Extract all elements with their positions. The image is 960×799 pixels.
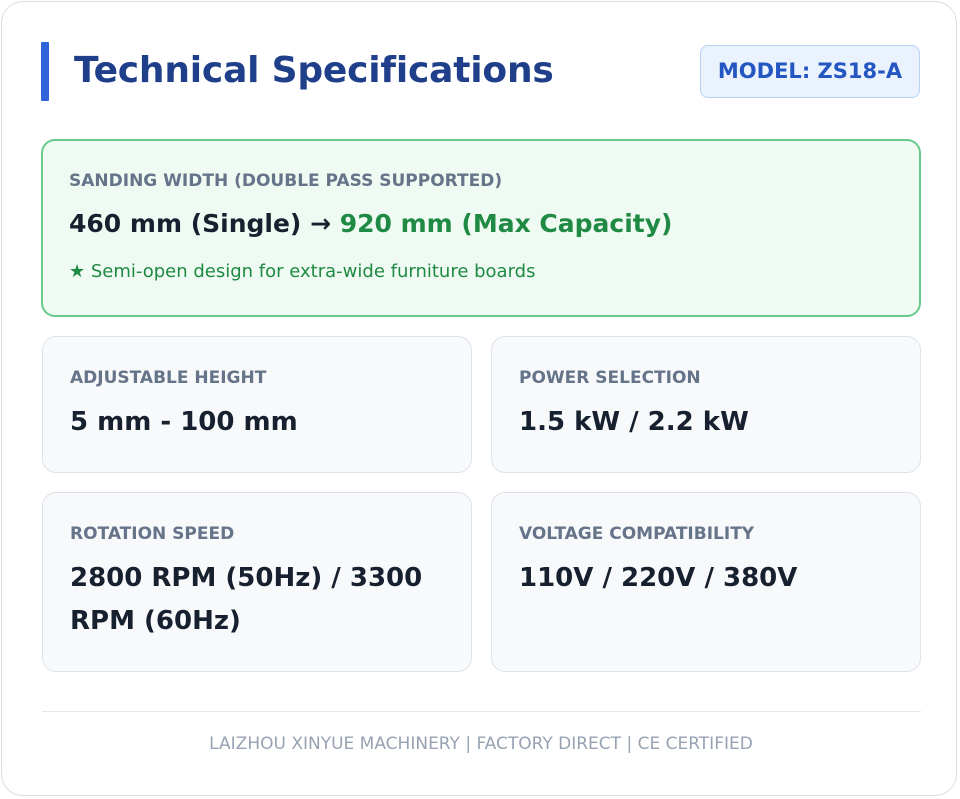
spec-adjustable-height: ADJUSTABLE HEIGHT 5 mm - 100 mm [42,336,472,473]
spec-label: POWER SELECTION [519,368,701,388]
sanding-width-note: ★ Semi-open design for extra-wide furnit… [69,261,536,282]
sanding-width-max: 920 mm (Max Capacity) [339,209,673,238]
arrow-right-icon: → [310,209,332,238]
spec-power-selection: POWER SELECTION 1.5 kW / 2.2 kW [491,336,921,473]
spec-value: 1.5 kW / 2.2 kW [519,407,749,437]
footer-divider [42,711,921,712]
footer-text: LAIZHOU XINYUE MACHINERY | FACTORY DIREC… [209,734,753,754]
spec-label: ROTATION SPEED [70,524,235,544]
sanding-width-panel: SANDING WIDTH (DOUBLE PASS SUPPORTED) 46… [41,139,921,317]
spec-value: 110V / 220V / 380V [519,563,798,593]
title-accent-bar [41,42,49,101]
spec-voltage-compatibility: VOLTAGE COMPATIBILITY 110V / 220V / 380V [491,492,921,672]
model-badge: MODEL: ZS18-A [700,45,920,98]
spec-value: 5 mm - 100 mm [70,407,298,437]
spec-rotation-speed: ROTATION SPEED 2800 RPM (50Hz) / 3300 RP… [42,492,472,672]
page-title: Technical Specifications [74,50,554,91]
sanding-width-value: 460 mm (Single) → 920 mm (Max Capacity) [69,209,672,238]
sanding-width-label: SANDING WIDTH (DOUBLE PASS SUPPORTED) [69,171,503,191]
sanding-width-single: 460 mm (Single) [69,209,302,238]
spec-card: Technical Specifications MODEL: ZS18-A S… [1,1,957,796]
spec-value: 2800 RPM (50Hz) / 3300 RPM (60Hz) [70,563,423,636]
spec-label: VOLTAGE COMPATIBILITY [519,524,755,544]
spec-label: ADJUSTABLE HEIGHT [70,368,267,388]
